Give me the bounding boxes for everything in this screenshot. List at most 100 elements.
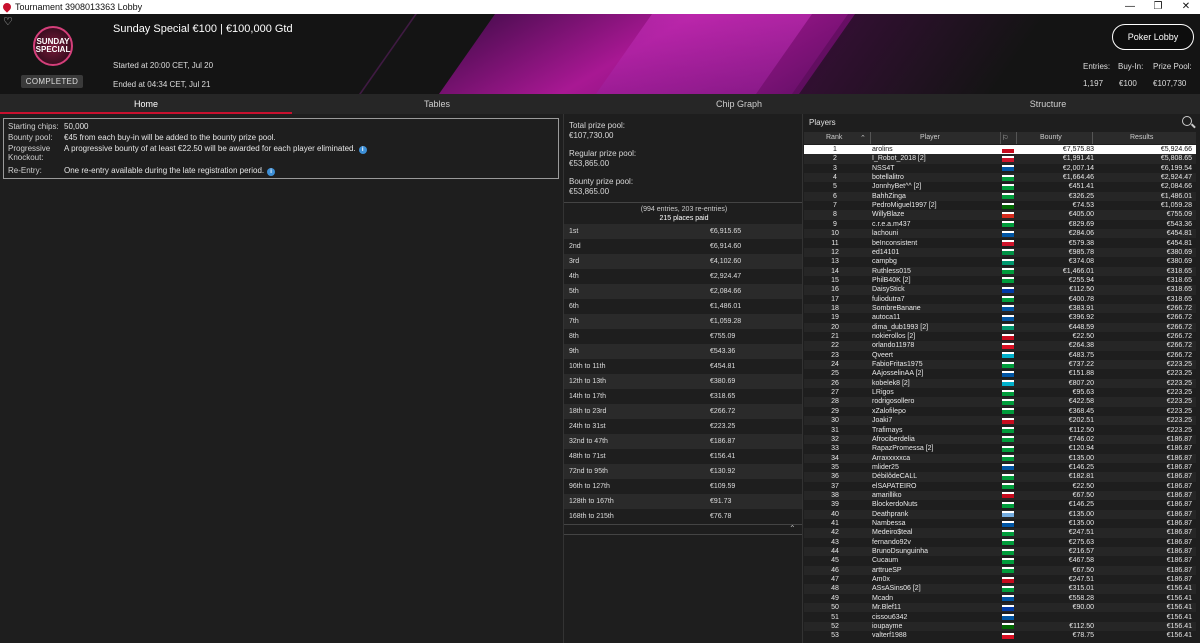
player-row[interactable]: 39 BlockerdoNuts €146.25 €186.87 bbox=[804, 500, 1196, 509]
end-time: Ended at 04:34 CET, Jul 21 bbox=[113, 80, 211, 89]
player-row[interactable]: 12 ed14101 €985.78 €380.69 bbox=[804, 247, 1196, 258]
col-results[interactable]: Results bbox=[1130, 134, 1153, 141]
player-row[interactable]: 32 Afrociberdelia €746.02 €186.87 bbox=[804, 434, 1196, 445]
player-row[interactable]: 17 fuliodutra7 €400.78 €318.65 bbox=[804, 295, 1196, 304]
info-icon[interactable]: i bbox=[358, 146, 367, 154]
player-row[interactable]: 36 DébilôdeCALL €182.81 €186.87 bbox=[804, 472, 1196, 482]
col-bounty[interactable]: Bounty bbox=[1040, 134, 1062, 141]
player-row[interactable]: 13 campbg €374.08 €380.69 bbox=[804, 257, 1196, 266]
flag-column-icon[interactable]: ⚐ bbox=[1002, 134, 1008, 142]
country-flag-icon bbox=[1002, 314, 1014, 321]
player-rank: 10 bbox=[831, 230, 839, 238]
player-row[interactable]: 53 valterf1988 €78.75 €156.41 bbox=[804, 631, 1196, 640]
search-icon[interactable] bbox=[1182, 116, 1192, 126]
player-row[interactable]: 16 DaisyStick €112.50 €318.65 bbox=[804, 285, 1196, 295]
player-rank: 43 bbox=[831, 538, 839, 546]
player-name: Am0x bbox=[872, 576, 890, 584]
col-rank[interactable]: Rank bbox=[826, 134, 842, 141]
player-row[interactable]: 29 xZalofilepo €368.45 €223.25 bbox=[804, 407, 1196, 416]
player-row[interactable]: 35 mlider25 €146.25 €186.87 bbox=[804, 463, 1196, 472]
player-result: €186.87 bbox=[1166, 520, 1192, 527]
player-row[interactable]: 30 Joaki7 €202.51 €223.25 bbox=[804, 416, 1196, 426]
player-row[interactable]: 40 Deathprank €135.00 €186.87 bbox=[804, 509, 1196, 519]
player-row[interactable]: 47 Am0x €247.51 €186.87 bbox=[804, 575, 1196, 584]
player-rank: 51 bbox=[831, 613, 839, 621]
player-row[interactable]: 14 Ruthless015 €1,466.01 €318.65 bbox=[804, 266, 1196, 276]
player-rank: 37 bbox=[831, 482, 839, 490]
player-row[interactable]: 31 Trafimays €112.50 €223.25 bbox=[804, 426, 1196, 435]
player-row[interactable]: 51 cissou6342 €156.41 bbox=[804, 613, 1196, 622]
collapse-chevron-icon[interactable]: ⌃ bbox=[789, 524, 796, 533]
player-row[interactable]: 42 Medeiro$teal €247.51 €186.87 bbox=[804, 528, 1196, 538]
prizepool-label: Prize Pool: bbox=[1153, 62, 1192, 71]
player-result: €186.87 bbox=[1166, 435, 1192, 443]
pko-label-line1: Progressive bbox=[8, 144, 51, 153]
player-row[interactable]: 4 botellalitro €1,664.46 €2,924.47 bbox=[804, 173, 1196, 183]
reentry-value: One re-entry available during the late r… bbox=[64, 166, 276, 176]
player-row[interactable]: 50 Mr.Blef11 €90.00 €156.41 bbox=[804, 603, 1196, 613]
player-rank: 7 bbox=[833, 202, 837, 210]
player-row[interactable]: 28 rodrigosollero €422.58 €223.25 bbox=[804, 397, 1196, 407]
player-row[interactable]: 8 WillyBlaze €405.00 €755.09 bbox=[804, 210, 1196, 220]
player-row[interactable]: 41 Nambessa €135.00 €186.87 bbox=[804, 519, 1196, 528]
country-flag-icon bbox=[1002, 464, 1014, 471]
player-row[interactable]: 2 I_Robot_2018 [2] €1,991.41 €5,808.65 bbox=[804, 154, 1196, 164]
player-row[interactable]: 43 fernando92v €275.63 €186.87 bbox=[804, 538, 1196, 547]
player-rank: 12 bbox=[831, 248, 839, 256]
tab-chip-graph[interactable]: Chip Graph bbox=[582, 94, 896, 114]
tab-tables[interactable]: Tables bbox=[292, 94, 582, 114]
country-flag-icon bbox=[1002, 436, 1014, 443]
player-row[interactable]: 52 ioupayme €112.50 €156.41 bbox=[804, 621, 1196, 632]
info-icon[interactable]: i bbox=[267, 168, 276, 176]
player-rank: 18 bbox=[831, 304, 839, 312]
player-bounty: €448.59 bbox=[1068, 323, 1094, 331]
player-row[interactable]: 11 beInconsistent €579.38 €454.81 bbox=[804, 239, 1196, 248]
player-result: €186.87 bbox=[1166, 557, 1192, 565]
sort-up-icon[interactable]: ⌃ bbox=[860, 134, 866, 142]
player-row[interactable]: 49 Mcadn €558.28 €156.41 bbox=[804, 594, 1196, 603]
poker-lobby-button[interactable]: Poker Lobby bbox=[1112, 24, 1194, 50]
player-row[interactable]: 22 orlando11978 €264.38 €266.72 bbox=[804, 341, 1196, 351]
player-row[interactable]: 7 PedroMiguel1997 [2] €74.53 €1,059.28 bbox=[804, 201, 1196, 210]
player-row[interactable]: 45 Cucaum €467.58 €186.87 bbox=[804, 556, 1196, 565]
player-row[interactable]: 48 ASsASins06 [2] €315.01 €156.41 bbox=[804, 584, 1196, 594]
close-button[interactable]: ✕ bbox=[1172, 0, 1200, 14]
player-row[interactable]: 20 dima_dub1993 [2] €448.59 €266.72 bbox=[804, 322, 1196, 332]
logo-text-line2: SPECIAL bbox=[35, 45, 71, 54]
player-row[interactable]: 26 kobelek8 [2] €807.20 €223.25 bbox=[804, 378, 1196, 389]
player-row[interactable]: 18 SombreBanane €383.91 €266.72 bbox=[804, 303, 1196, 314]
player-row[interactable]: 44 BrunoDsunguinha €216.57 €186.87 bbox=[804, 547, 1196, 557]
player-row[interactable]: 33 RapazPromessa [2] €120.94 €186.87 bbox=[804, 444, 1196, 453]
player-result: €318.65 bbox=[1166, 276, 1192, 284]
player-row[interactable]: 19 autoca11 €396.92 €266.72 bbox=[804, 313, 1196, 322]
player-row[interactable]: 46 arttrueSP €67.50 €186.87 bbox=[804, 565, 1196, 576]
payout-amount: €543.36 bbox=[710, 348, 736, 355]
col-player[interactable]: Player bbox=[920, 134, 940, 141]
favorite-heart-icon[interactable]: ♡ bbox=[3, 15, 13, 28]
player-row[interactable]: 15 PhilB40K [2] €255.94 €318.65 bbox=[804, 276, 1196, 285]
tab-home[interactable]: Home bbox=[0, 94, 292, 114]
player-rank: 2 bbox=[833, 155, 837, 163]
player-row[interactable]: 37 elSAPATEIRO €22.50 €186.87 bbox=[804, 482, 1196, 491]
country-flag-icon bbox=[1002, 221, 1014, 228]
player-row[interactable]: 3 NSS4T €2,007.14 €6,199.54 bbox=[804, 164, 1196, 173]
country-flag-icon bbox=[1002, 193, 1014, 200]
player-row[interactable]: 24 FabioFritas1975 €737.22 €223.25 bbox=[804, 360, 1196, 370]
player-row[interactable]: 5 JonnhyBet^^ [2] €451.41 €2,084.66 bbox=[804, 182, 1196, 191]
player-row[interactable]: 25 AAjosselinAA [2] €151.88 €223.25 bbox=[804, 369, 1196, 378]
player-row[interactable]: 6 BahhZinga €326.25 €1,486.01 bbox=[804, 191, 1196, 202]
maximize-button[interactable]: ❐ bbox=[1144, 0, 1172, 14]
player-result: €755.09 bbox=[1166, 211, 1192, 219]
player-name: LRigos bbox=[872, 389, 894, 397]
player-row[interactable]: 1 arolins €7,575.83 €5,924.66 bbox=[804, 145, 1196, 155]
tab-structure[interactable]: Structure bbox=[896, 94, 1200, 114]
player-row[interactable]: 27 LRigos €95.63 €223.25 bbox=[804, 388, 1196, 397]
player-row[interactable]: 23 Qveert €483.75 €266.72 bbox=[804, 351, 1196, 360]
minimize-button[interactable]: — bbox=[1116, 0, 1144, 14]
player-row[interactable]: 21 nokierollos [2] €22.50 €266.72 bbox=[804, 332, 1196, 341]
player-row[interactable]: 9 c.r.e.a.m437 €829.69 €543.36 bbox=[804, 220, 1196, 229]
player-row[interactable]: 10 lachouni €284.06 €454.81 bbox=[804, 229, 1196, 239]
player-row[interactable]: 34 Arraxxxxxca €135.00 €186.87 bbox=[804, 453, 1196, 463]
player-rank: 48 bbox=[831, 585, 839, 593]
player-row[interactable]: 38 amarilliko €67.50 €186.87 bbox=[804, 490, 1196, 501]
